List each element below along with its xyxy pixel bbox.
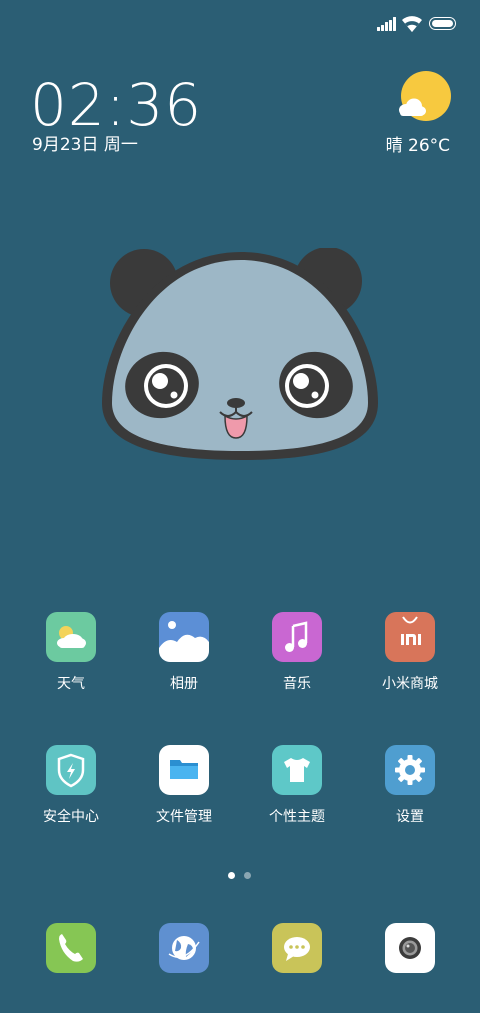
- app-weather[interactable]: 天气: [16, 612, 126, 707]
- app-music[interactable]: 音乐: [242, 612, 352, 707]
- camera-icon: [385, 923, 435, 973]
- clock-date[interactable]: 9月23日 周一: [32, 134, 138, 156]
- status-bar: [0, 0, 480, 52]
- app-label: 安全中心: [43, 809, 99, 825]
- page-indicator: [0, 870, 480, 880]
- browser-icon: [159, 923, 209, 973]
- dock-messages[interactable]: [272, 923, 322, 973]
- app-label: 音乐: [283, 676, 311, 692]
- folder-icon: [159, 745, 209, 795]
- tshirt-icon: [272, 745, 322, 795]
- app-mi-store[interactable]: 小米商城: [355, 612, 465, 707]
- app-label: 文件管理: [156, 809, 212, 825]
- app-label: 个性主题: [269, 809, 325, 825]
- app-security-center[interactable]: 安全中心: [16, 745, 126, 840]
- app-label: 天气: [57, 676, 85, 692]
- cellular-signal-icon: [377, 17, 397, 31]
- app-file-manager[interactable]: 文件管理: [129, 745, 239, 840]
- sun-cloud-icon[interactable]: [394, 70, 452, 128]
- app-themes[interactable]: 个性主题: [242, 745, 352, 840]
- music-icon: [272, 612, 322, 662]
- clock-time[interactable]: 02:36: [30, 72, 202, 138]
- app-label: 小米商城: [382, 676, 438, 692]
- weather-text[interactable]: 晴 26°C: [378, 135, 450, 157]
- gallery-icon: [159, 612, 209, 662]
- messages-icon: [272, 923, 322, 973]
- dock-browser[interactable]: [159, 923, 209, 973]
- page-dot[interactable]: [244, 872, 251, 879]
- battery-icon: [429, 17, 456, 30]
- phone-icon: [46, 923, 96, 973]
- mi-store-icon: [385, 612, 435, 662]
- weather-icon: [46, 612, 96, 662]
- app-gallery[interactable]: 相册: [129, 612, 239, 707]
- wifi-icon: [402, 16, 422, 32]
- page-dot-active[interactable]: [228, 872, 235, 879]
- gear-icon: [385, 745, 435, 795]
- app-label: 设置: [396, 809, 424, 825]
- app-label: 相册: [170, 676, 198, 692]
- dock-camera[interactable]: [385, 923, 435, 973]
- security-shield-icon: [46, 745, 96, 795]
- panda-wallpaper-illustration: [102, 248, 378, 460]
- app-settings[interactable]: 设置: [355, 745, 465, 840]
- dock-phone[interactable]: [46, 923, 96, 973]
